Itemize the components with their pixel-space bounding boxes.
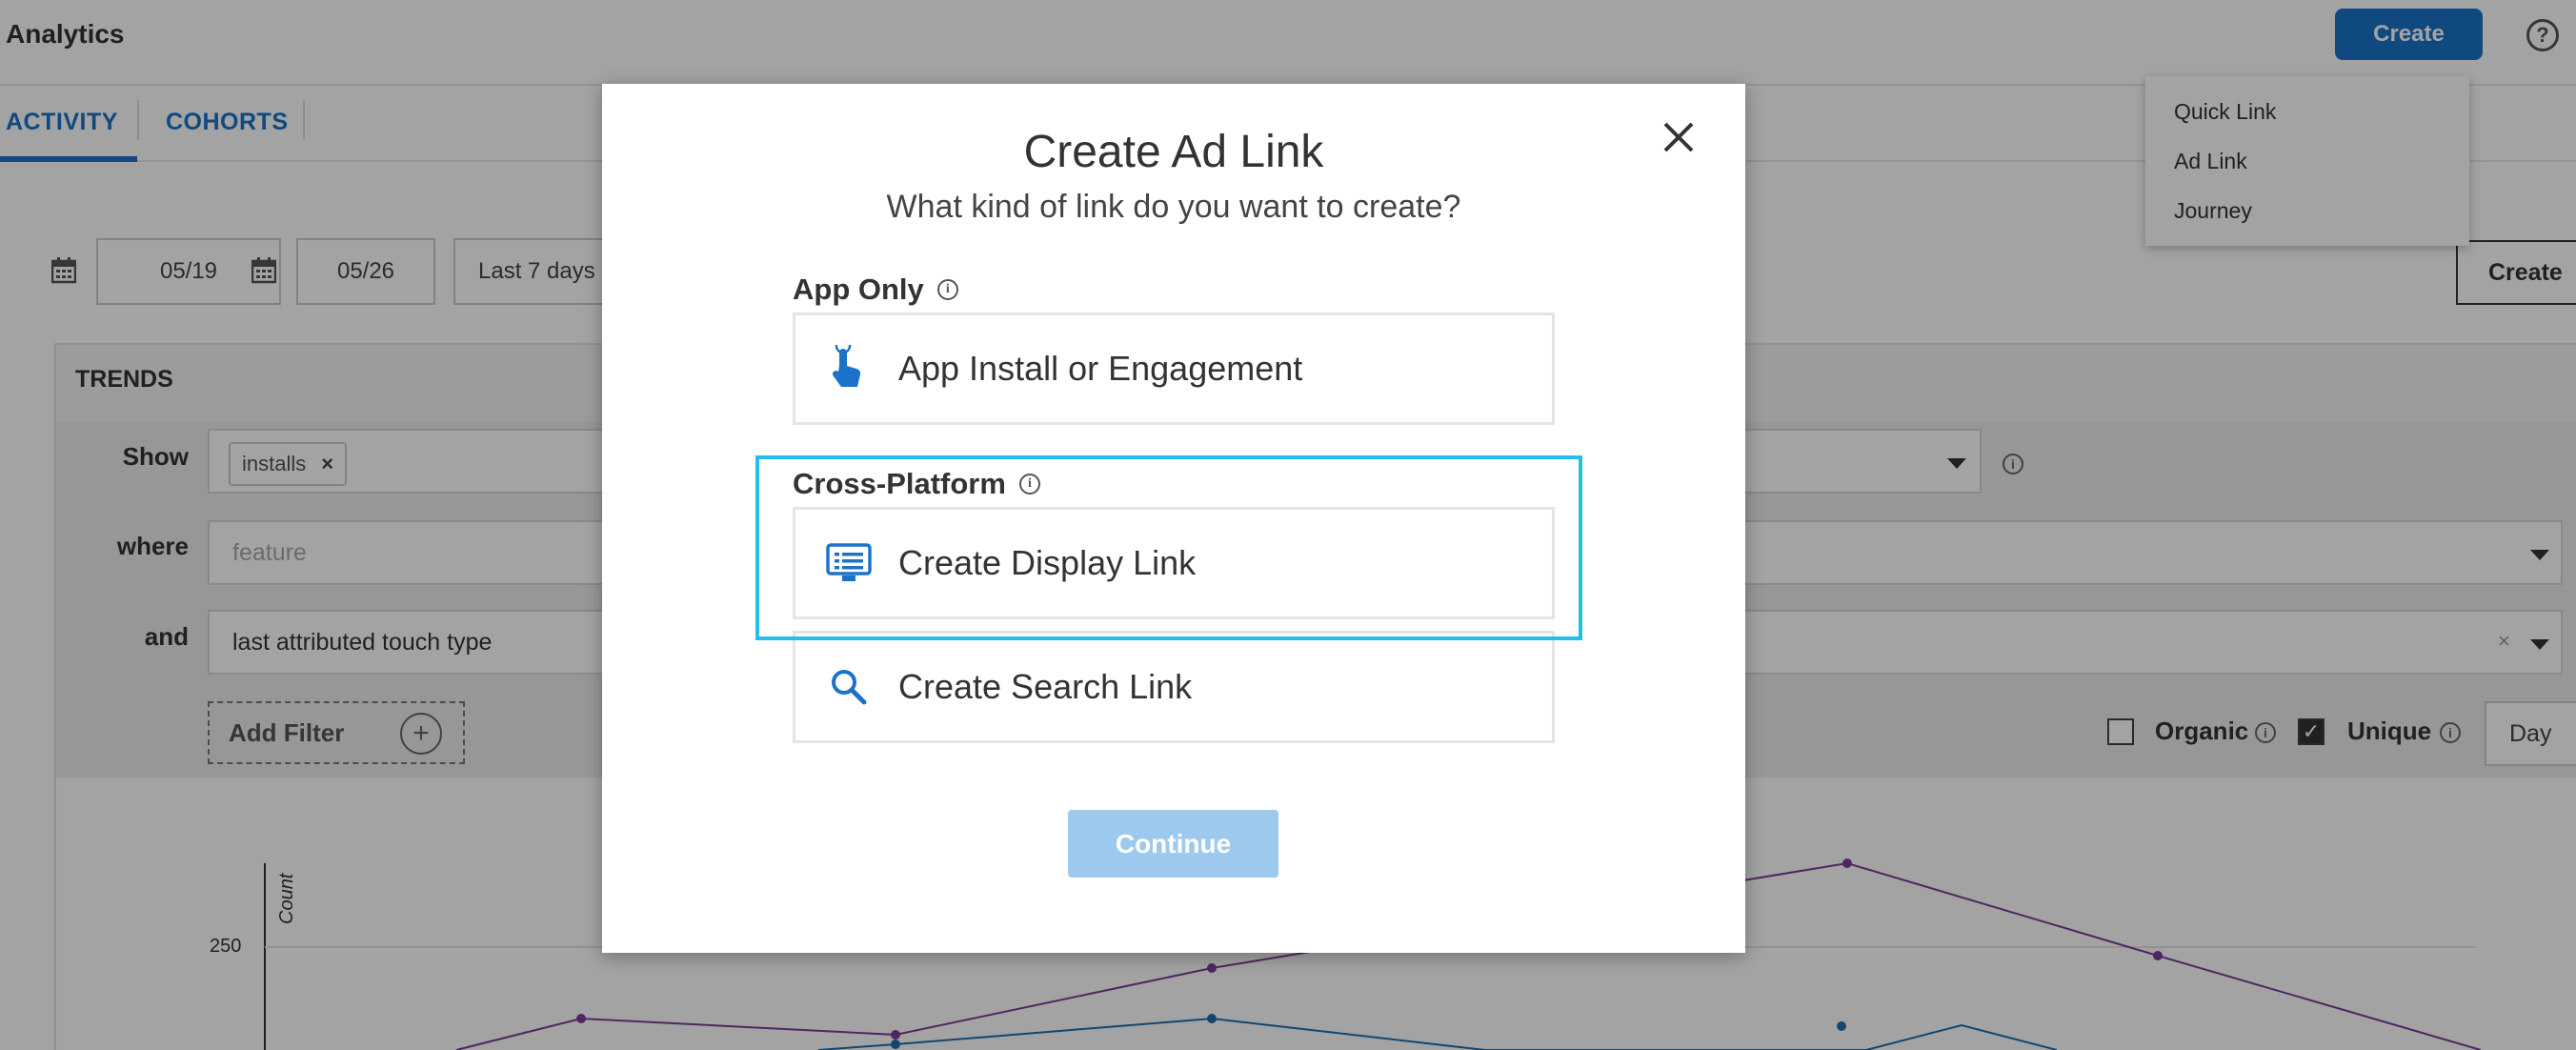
tap-hand-icon <box>824 344 874 394</box>
continue-button[interactable]: Continue <box>1068 810 1278 878</box>
app-only-label: App Only <box>793 273 924 306</box>
create-ad-link-modal: Create Ad Link What kind of link do you … <box>602 84 1745 953</box>
info-icon[interactable]: i <box>936 279 958 300</box>
option-create-search-link[interactable]: Create Search Link <box>793 631 1555 743</box>
close-icon[interactable] <box>1660 118 1698 156</box>
option-label: App Install or Engagement <box>898 349 1303 388</box>
modal-title: Create Ad Link <box>1023 127 1324 177</box>
selection-highlight <box>755 455 1582 640</box>
search-icon <box>824 662 874 712</box>
option-app-install-engagement[interactable]: App Install or Engagement <box>793 313 1555 425</box>
app-only-section-label: App Only i <box>793 273 958 307</box>
option-label: Create Search Link <box>898 667 1193 706</box>
modal-subtitle: What kind of link do you want to create? <box>886 189 1461 225</box>
